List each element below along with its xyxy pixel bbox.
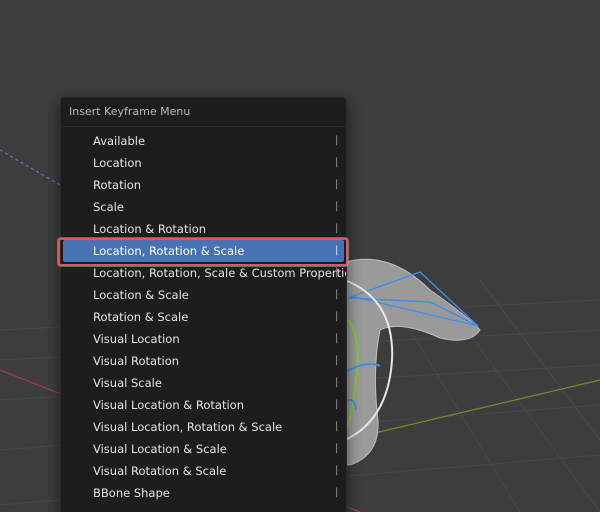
menu-item[interactable]: Visual Location & Scale | xyxy=(61,438,346,460)
menu-item-shortcut: | xyxy=(335,355,339,366)
menu-item[interactable]: Location, Rotation, Scale & Custom Prope… xyxy=(61,262,346,284)
menu-item[interactable]: Visual Scale | xyxy=(61,372,346,394)
menu-item-label: Location xyxy=(93,156,142,170)
menu-item-shortcut: | xyxy=(335,135,339,146)
menu-item-shortcut: | xyxy=(335,223,339,234)
menu-item[interactable]: Available | xyxy=(61,130,346,152)
menu-item-shortcut: | xyxy=(335,157,339,168)
menu-item-label: Visual Location & Scale xyxy=(93,442,227,456)
menu-item[interactable]: Visual Rotation & Scale | xyxy=(61,460,346,482)
menu-item-label: Location, Rotation, Scale & Custom Prope… xyxy=(93,266,347,280)
insert-keyframe-menu: Insert Keyframe Menu Available | Location |… xyxy=(60,97,347,512)
menu-title: Insert Keyframe Menu xyxy=(61,98,346,127)
menu-item-shortcut: | xyxy=(335,179,339,190)
menu-item-label: Rotation & Scale xyxy=(93,310,189,324)
menu-item-label: Location & Scale xyxy=(93,288,189,302)
menu-item-shortcut: | xyxy=(335,201,339,212)
menu-item-shortcut: | xyxy=(335,421,339,432)
menu-item[interactable]: Location & Scale | xyxy=(61,284,346,306)
3d-viewport[interactable]: Insert Keyframe Menu Available | Location |… xyxy=(0,0,600,512)
menu-item[interactable]: BBone Shape | xyxy=(61,482,346,504)
menu-item-label: Available xyxy=(93,134,146,148)
menu-item-label: Location, Rotation & Scale xyxy=(93,244,245,258)
menu-item-label: Visual Location xyxy=(93,332,180,346)
menu-item[interactable]: Visual Rotation | xyxy=(61,350,346,372)
menu-item[interactable]: Location | xyxy=(61,152,346,174)
menu-item[interactable]: Rotation & Scale | xyxy=(61,306,346,328)
menu-item-label: Visual Rotation xyxy=(93,354,180,368)
menu-item-label: Scale xyxy=(93,200,124,214)
menu-item-shortcut: | xyxy=(335,289,339,300)
menu-item[interactable]: Visual Location | xyxy=(61,328,346,350)
menu-item-label: BBone Shape xyxy=(93,486,170,500)
menu-item-label: Visual Location & Rotation xyxy=(93,398,244,412)
menu-item-label: Visual Rotation & Scale xyxy=(93,464,227,478)
menu-item-label: Visual Location, Rotation & Scale xyxy=(93,420,283,434)
menu-item[interactable]: Scale | xyxy=(61,196,346,218)
menu-item-label: Location & Rotation xyxy=(93,222,207,236)
menu-item-shortcut: | xyxy=(335,443,339,454)
menu-item-shortcut: | xyxy=(335,399,339,410)
menu-item[interactable]: Visual Location, Rotation & Scale | xyxy=(61,416,346,438)
dashed-relationship-line xyxy=(0,149,61,186)
menu-item-shortcut: | xyxy=(335,487,339,498)
menu-item-shortcut: | xyxy=(335,333,339,344)
menu-item-shortcut: | xyxy=(335,245,339,256)
menu-item-list: Available | Location | Rotation | Scale | Locati… xyxy=(61,127,346,504)
menu-item-shortcut: | xyxy=(335,267,339,278)
menu-item[interactable]: Location & Rotation | xyxy=(61,218,346,240)
y-axis-line xyxy=(344,379,600,441)
menu-item-shortcut: | xyxy=(335,465,339,476)
menu-item-shortcut: | xyxy=(335,377,339,388)
menu-item-label: Visual Scale xyxy=(93,376,162,390)
menu-item-label: Rotation xyxy=(93,178,142,192)
menu-item[interactable]: Rotation | xyxy=(61,174,346,196)
menu-item-shortcut: | xyxy=(335,311,339,322)
menu-item[interactable]: Visual Location & Rotation | xyxy=(61,394,346,416)
menu-item[interactable]: Location, Rotation & Scale | xyxy=(63,240,344,262)
